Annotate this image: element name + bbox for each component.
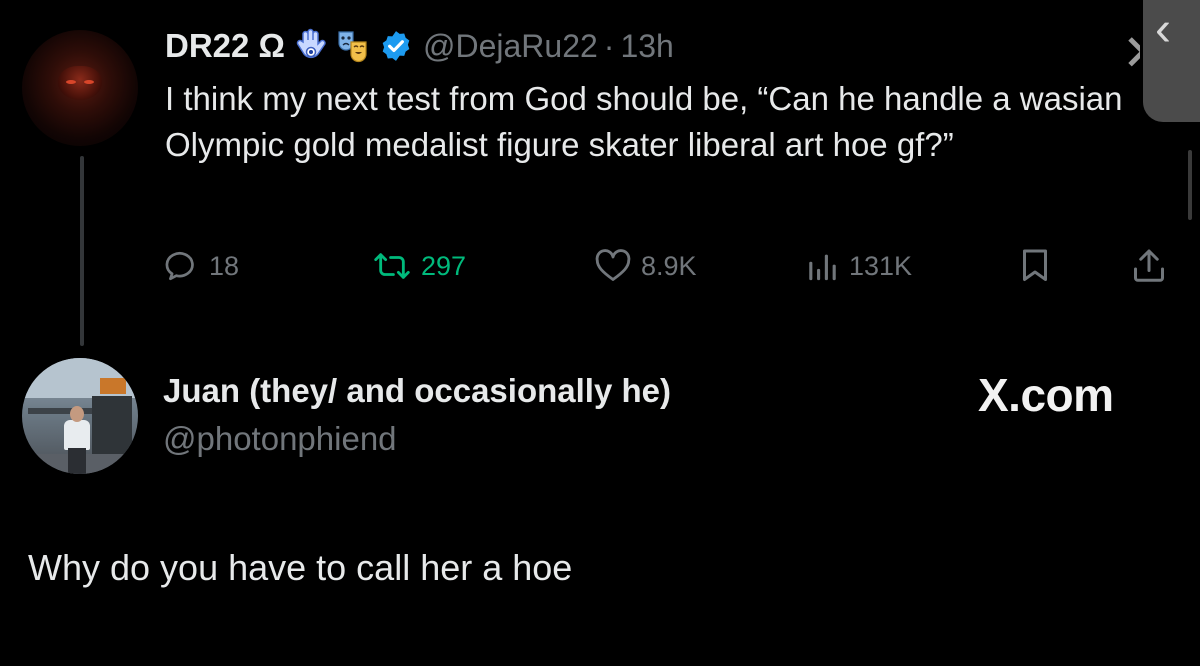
avatar-bg-machine [92,396,132,456]
repost-button[interactable]: 297 [373,244,466,288]
scroll-indicator [1188,150,1192,220]
tweet-header: DR22 Ω @DejaRu22 · 13h [165,22,674,70]
reply-count: 18 [209,250,240,281]
views-button[interactable]: 131K [805,244,912,288]
author-handle[interactable]: @DejaRu22 [423,28,598,65]
reply-bubble-icon [165,249,199,283]
avatar-mask-shape [58,66,102,100]
author-avatar[interactable] [22,30,138,146]
author-name[interactable]: DR22 Ω [165,27,285,65]
avatar-person-body [64,420,90,450]
meta-separator: · [603,27,615,64]
bookmark-icon [1019,248,1051,284]
share-upload-icon [1131,248,1167,284]
avatar-person-head [70,406,84,422]
reply-author-avatar[interactable] [22,358,138,474]
avatar-person-legs [68,448,86,474]
repost-arrows-icon [373,249,411,283]
chevron-left-icon: ‹ [1155,3,1171,56]
avatar-eye-right [84,80,94,84]
theater-masks-emoji-icon [337,28,369,64]
avatar-bg-sign [100,378,126,394]
avatar-eye-left [66,80,76,84]
thread-connector-line [80,156,84,346]
hamsa-emoji-icon [295,28,327,64]
tweet-timestamp[interactable]: 13h [620,28,673,65]
like-count: 8.9K [641,250,697,281]
reply-button[interactable]: 18 [165,244,239,288]
tweet-text: I think my next test from God should be,… [165,80,1123,163]
tweet-action-bar: 18 297 8.9K 131K [165,244,1175,288]
back-button[interactable]: ‹ [1143,0,1200,122]
repost-count: 297 [421,250,467,281]
heart-icon [595,249,631,283]
verified-badge-icon [379,29,413,63]
like-button[interactable]: 8.9K [595,244,697,288]
reply-text: Why do you have to call her a hoe [28,547,573,588]
x-com-watermark: X.com [978,369,1114,421]
close-x-icon[interactable]: ✕ [1122,28,1140,76]
reply-author-name[interactable]: Juan (they/ and occasionally he) [163,372,671,410]
share-button[interactable] [1131,244,1167,288]
bar-chart-icon [805,249,839,283]
view-count: 131K [849,250,913,281]
bookmark-button[interactable] [1019,244,1051,288]
reply-author-handle[interactable]: @photonphiend [163,420,397,458]
